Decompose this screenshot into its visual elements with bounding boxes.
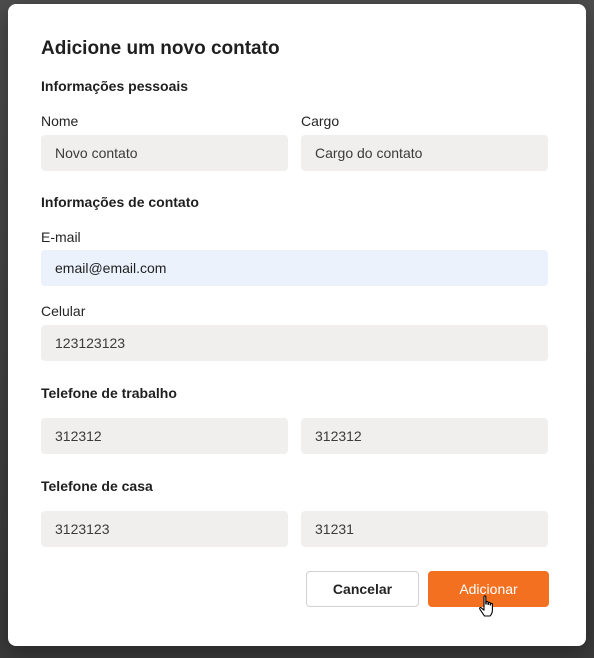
role-label: Cargo xyxy=(301,113,340,129)
home-phone-input-2[interactable]: 31231 xyxy=(301,511,548,547)
mobile-label: Celular xyxy=(41,303,86,319)
name-input[interactable]: Novo contato xyxy=(41,135,288,171)
work-phone-input-1[interactable]: 312312 xyxy=(41,418,288,454)
add-contact-dialog: Adicione um novo contato Informações pes… xyxy=(8,4,586,646)
email-label: E-mail xyxy=(41,229,81,245)
home-phone-input-1[interactable]: 3123123 xyxy=(41,511,288,547)
name-label: Nome xyxy=(41,113,79,129)
dialog-title: Adicione um novo contato xyxy=(41,38,280,59)
work-phone-heading: Telefone de trabalho xyxy=(41,385,177,401)
role-input[interactable]: Cargo do contato xyxy=(301,135,548,171)
email-input[interactable]: email@email.com xyxy=(41,250,548,286)
home-phone-heading: Telefone de casa xyxy=(41,478,153,494)
hand-pointer-icon xyxy=(479,595,493,617)
mobile-input[interactable]: 123123123 xyxy=(41,325,548,361)
personal-info-heading: Informações pessoais xyxy=(41,78,189,94)
contact-info-heading: Informações de contato xyxy=(41,194,199,210)
cancel-button[interactable]: Cancelar xyxy=(306,571,419,607)
work-phone-input-2[interactable]: 312312 xyxy=(301,418,548,454)
